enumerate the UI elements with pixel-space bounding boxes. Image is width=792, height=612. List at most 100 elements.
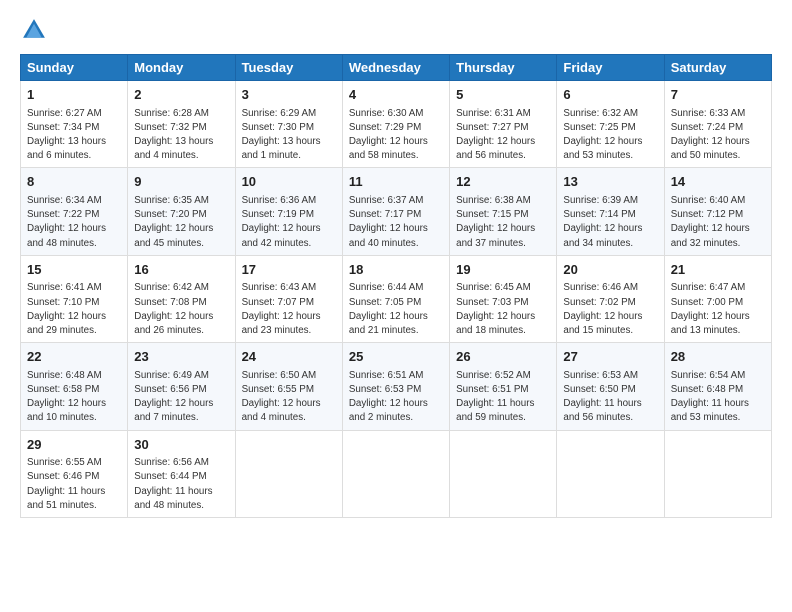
day-number: 27 [563, 348, 657, 366]
day-info: Sunrise: 6:31 AMSunset: 7:27 PMDaylight:… [456, 108, 535, 162]
day-info: Sunrise: 6:39 AMSunset: 7:14 PMDaylight:… [563, 195, 642, 249]
day-cell: 8 Sunrise: 6:34 AMSunset: 7:22 PMDayligh… [21, 168, 128, 255]
day-number: 18 [349, 261, 443, 279]
day-info: Sunrise: 6:36 AMSunset: 7:19 PMDaylight:… [242, 195, 321, 249]
day-info: Sunrise: 6:50 AMSunset: 6:55 PMDaylight:… [242, 370, 321, 424]
day-cell: 5 Sunrise: 6:31 AMSunset: 7:27 PMDayligh… [450, 81, 557, 168]
day-number: 13 [563, 173, 657, 191]
day-cell: 2 Sunrise: 6:28 AMSunset: 7:32 PMDayligh… [128, 81, 235, 168]
day-info: Sunrise: 6:48 AMSunset: 6:58 PMDaylight:… [27, 370, 106, 424]
day-cell: 6 Sunrise: 6:32 AMSunset: 7:25 PMDayligh… [557, 81, 664, 168]
day-cell: 20 Sunrise: 6:46 AMSunset: 7:02 PMDaylig… [557, 255, 664, 342]
day-number: 26 [456, 348, 550, 366]
day-number: 6 [563, 86, 657, 104]
day-number: 14 [671, 173, 765, 191]
day-cell: 29 Sunrise: 6:55 AMSunset: 6:46 PMDaylig… [21, 430, 128, 517]
day-cell [235, 430, 342, 517]
day-cell [557, 430, 664, 517]
header-row: SundayMondayTuesdayWednesdayThursdayFrid… [21, 55, 772, 81]
day-info: Sunrise: 6:28 AMSunset: 7:32 PMDaylight:… [134, 108, 213, 162]
day-info: Sunrise: 6:47 AMSunset: 7:00 PMDaylight:… [671, 282, 750, 336]
day-info: Sunrise: 6:38 AMSunset: 7:15 PMDaylight:… [456, 195, 535, 249]
day-info: Sunrise: 6:51 AMSunset: 6:53 PMDaylight:… [349, 370, 428, 424]
day-cell: 11 Sunrise: 6:37 AMSunset: 7:17 PMDaylig… [342, 168, 449, 255]
day-cell [450, 430, 557, 517]
day-cell: 12 Sunrise: 6:38 AMSunset: 7:15 PMDaylig… [450, 168, 557, 255]
day-info: Sunrise: 6:54 AMSunset: 6:48 PMDaylight:… [671, 370, 749, 424]
day-number: 16 [134, 261, 228, 279]
day-number: 8 [27, 173, 121, 191]
day-cell: 28 Sunrise: 6:54 AMSunset: 6:48 PMDaylig… [664, 343, 771, 430]
day-info: Sunrise: 6:32 AMSunset: 7:25 PMDaylight:… [563, 108, 642, 162]
day-cell: 23 Sunrise: 6:49 AMSunset: 6:56 PMDaylig… [128, 343, 235, 430]
day-number: 20 [563, 261, 657, 279]
day-cell: 14 Sunrise: 6:40 AMSunset: 7:12 PMDaylig… [664, 168, 771, 255]
day-number: 7 [671, 86, 765, 104]
col-header-friday: Friday [557, 55, 664, 81]
day-info: Sunrise: 6:29 AMSunset: 7:30 PMDaylight:… [242, 108, 321, 162]
day-info: Sunrise: 6:34 AMSunset: 7:22 PMDaylight:… [27, 195, 106, 249]
day-cell: 4 Sunrise: 6:30 AMSunset: 7:29 PMDayligh… [342, 81, 449, 168]
col-header-saturday: Saturday [664, 55, 771, 81]
day-cell: 24 Sunrise: 6:50 AMSunset: 6:55 PMDaylig… [235, 343, 342, 430]
col-header-tuesday: Tuesday [235, 55, 342, 81]
day-info: Sunrise: 6:40 AMSunset: 7:12 PMDaylight:… [671, 195, 750, 249]
day-number: 12 [456, 173, 550, 191]
day-cell: 30 Sunrise: 6:56 AMSunset: 6:44 PMDaylig… [128, 430, 235, 517]
day-info: Sunrise: 6:35 AMSunset: 7:20 PMDaylight:… [134, 195, 213, 249]
day-number: 5 [456, 86, 550, 104]
day-cell: 3 Sunrise: 6:29 AMSunset: 7:30 PMDayligh… [235, 81, 342, 168]
day-cell: 18 Sunrise: 6:44 AMSunset: 7:05 PMDaylig… [342, 255, 449, 342]
page: SundayMondayTuesdayWednesdayThursdayFrid… [0, 0, 792, 612]
header [20, 16, 772, 44]
day-cell: 16 Sunrise: 6:42 AMSunset: 7:08 PMDaylig… [128, 255, 235, 342]
logo-icon [20, 16, 48, 44]
day-number: 3 [242, 86, 336, 104]
day-number: 2 [134, 86, 228, 104]
week-row-5: 29 Sunrise: 6:55 AMSunset: 6:46 PMDaylig… [21, 430, 772, 517]
day-number: 29 [27, 436, 121, 454]
day-info: Sunrise: 6:53 AMSunset: 6:50 PMDaylight:… [563, 370, 641, 424]
col-header-sunday: Sunday [21, 55, 128, 81]
day-cell: 17 Sunrise: 6:43 AMSunset: 7:07 PMDaylig… [235, 255, 342, 342]
day-number: 21 [671, 261, 765, 279]
week-row-1: 1 Sunrise: 6:27 AMSunset: 7:34 PMDayligh… [21, 81, 772, 168]
col-header-thursday: Thursday [450, 55, 557, 81]
day-cell: 13 Sunrise: 6:39 AMSunset: 7:14 PMDaylig… [557, 168, 664, 255]
col-header-wednesday: Wednesday [342, 55, 449, 81]
week-row-3: 15 Sunrise: 6:41 AMSunset: 7:10 PMDaylig… [21, 255, 772, 342]
day-cell: 1 Sunrise: 6:27 AMSunset: 7:34 PMDayligh… [21, 81, 128, 168]
day-number: 28 [671, 348, 765, 366]
day-cell [342, 430, 449, 517]
day-number: 15 [27, 261, 121, 279]
day-cell: 22 Sunrise: 6:48 AMSunset: 6:58 PMDaylig… [21, 343, 128, 430]
day-number: 1 [27, 86, 121, 104]
day-info: Sunrise: 6:46 AMSunset: 7:02 PMDaylight:… [563, 282, 642, 336]
day-info: Sunrise: 6:56 AMSunset: 6:44 PMDaylight:… [134, 457, 212, 511]
col-header-monday: Monday [128, 55, 235, 81]
day-number: 30 [134, 436, 228, 454]
day-info: Sunrise: 6:55 AMSunset: 6:46 PMDaylight:… [27, 457, 105, 511]
day-number: 23 [134, 348, 228, 366]
day-number: 4 [349, 86, 443, 104]
day-number: 10 [242, 173, 336, 191]
day-cell: 25 Sunrise: 6:51 AMSunset: 6:53 PMDaylig… [342, 343, 449, 430]
day-cell: 15 Sunrise: 6:41 AMSunset: 7:10 PMDaylig… [21, 255, 128, 342]
day-cell: 19 Sunrise: 6:45 AMSunset: 7:03 PMDaylig… [450, 255, 557, 342]
day-number: 11 [349, 173, 443, 191]
day-cell: 10 Sunrise: 6:36 AMSunset: 7:19 PMDaylig… [235, 168, 342, 255]
day-info: Sunrise: 6:43 AMSunset: 7:07 PMDaylight:… [242, 282, 321, 336]
day-info: Sunrise: 6:42 AMSunset: 7:08 PMDaylight:… [134, 282, 213, 336]
day-cell: 27 Sunrise: 6:53 AMSunset: 6:50 PMDaylig… [557, 343, 664, 430]
day-info: Sunrise: 6:45 AMSunset: 7:03 PMDaylight:… [456, 282, 535, 336]
day-info: Sunrise: 6:52 AMSunset: 6:51 PMDaylight:… [456, 370, 534, 424]
day-info: Sunrise: 6:33 AMSunset: 7:24 PMDaylight:… [671, 108, 750, 162]
calendar-table: SundayMondayTuesdayWednesdayThursdayFrid… [20, 54, 772, 518]
day-cell: 21 Sunrise: 6:47 AMSunset: 7:00 PMDaylig… [664, 255, 771, 342]
day-info: Sunrise: 6:49 AMSunset: 6:56 PMDaylight:… [134, 370, 213, 424]
day-info: Sunrise: 6:37 AMSunset: 7:17 PMDaylight:… [349, 195, 428, 249]
day-cell [664, 430, 771, 517]
day-number: 24 [242, 348, 336, 366]
day-number: 9 [134, 173, 228, 191]
day-number: 17 [242, 261, 336, 279]
